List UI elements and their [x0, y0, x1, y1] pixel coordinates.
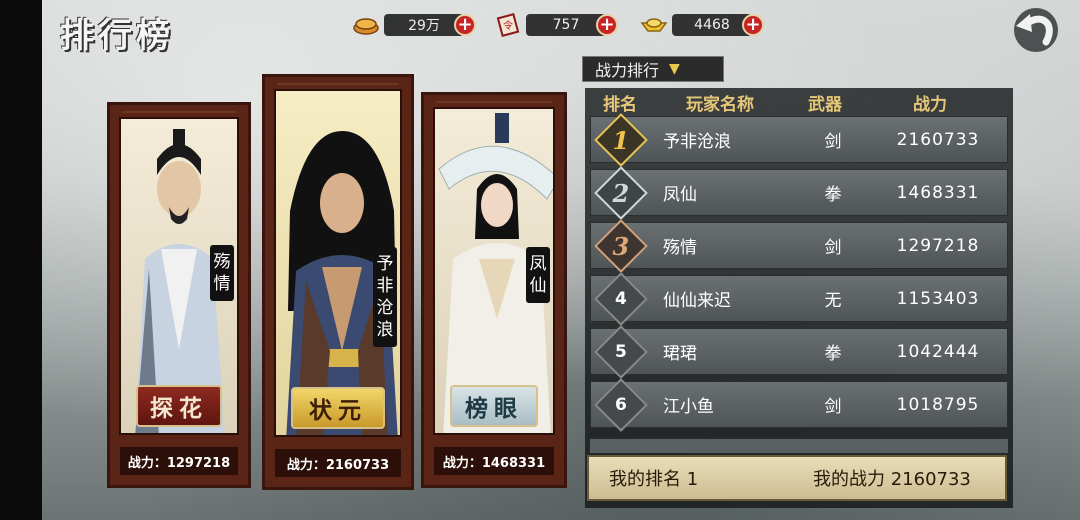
title-badge-tanhua: 探花 — [136, 385, 222, 427]
weapon: 拳 — [824, 344, 842, 364]
table-header: 排名 玩家名称 武器 战力 — [585, 88, 1013, 116]
col-weapon: 武器 — [808, 94, 842, 115]
left-black-bar — [0, 0, 42, 520]
add-gold-button[interactable]: + — [742, 14, 764, 36]
resource-coins: 29万 + — [352, 12, 476, 38]
col-player-name: 玩家名称 — [686, 94, 754, 115]
svg-text:令: 令 — [503, 19, 513, 32]
player-name: 仙仙来迟 — [663, 291, 731, 311]
table-row[interactable]: 5 珺珺 拳 1042444 — [590, 324, 1008, 379]
podium-card-first[interactable]: 予非沧浪 状元 战力：2160733 — [262, 74, 414, 490]
table-row-partial — [590, 438, 1008, 453]
rank-badge: 5 — [594, 324, 648, 379]
col-power: 战力 — [913, 94, 947, 115]
my-ranking-bar: 我的排名 1 我的战力 2160733 — [587, 455, 1007, 501]
player-name-vertical: 予非沧浪 — [373, 247, 397, 347]
weapon: 拳 — [824, 185, 842, 205]
podium-power: 战力：1297218 — [120, 447, 238, 475]
rank-3-icon: 3 — [594, 218, 648, 273]
player-name: 珺珺 — [663, 344, 697, 364]
ranking-type-dropdown[interactable]: 战力排行 ▼ — [582, 56, 724, 82]
player-name: 江小鱼 — [663, 397, 714, 417]
podium-power: 战力：2160733 — [275, 449, 401, 477]
weapon: 剑 — [824, 132, 842, 152]
my-power: 我的战力 2160733 — [813, 469, 971, 490]
gold-ingot-icon — [640, 14, 668, 36]
token-icon: 令 — [494, 13, 522, 37]
weapon: 剑 — [824, 397, 842, 417]
dropdown-label: 战力排行 — [595, 61, 660, 80]
title-badge-zhuangyuan: 状元 — [291, 387, 385, 429]
power-value: 1153403 — [896, 288, 980, 309]
gold-value: 4468 — [672, 14, 752, 36]
podium-power: 战力：1468331 — [434, 447, 554, 475]
resource-gold: 4468 + — [640, 12, 764, 38]
chevron-down-icon: ▼ — [669, 61, 680, 77]
add-coins-button[interactable]: + — [454, 14, 476, 36]
player-name-vertical: 凤仙 — [526, 247, 550, 303]
podium-card-second[interactable]: 凤仙 榜眼 战力：1468331 — [421, 92, 567, 488]
table-row[interactable]: 1 予非沧浪 剑 2160733 — [590, 112, 1008, 167]
col-rank: 排名 — [603, 94, 637, 115]
rank-1-icon: 1 — [594, 112, 648, 167]
page-title: 排行榜 — [60, 16, 174, 56]
back-button[interactable] — [1002, 2, 1064, 56]
rank-badge: 4 — [594, 271, 648, 326]
power-value: 2160733 — [896, 129, 980, 150]
weapon: 无 — [824, 291, 842, 311]
weapon: 剑 — [824, 238, 842, 258]
player-name: 凤仙 — [663, 185, 697, 205]
player-name: 予非沧浪 — [663, 132, 731, 152]
back-arrow-icon — [1014, 8, 1058, 52]
table-row[interactable]: 2 凤仙 拳 1468331 — [590, 165, 1008, 220]
add-tokens-button[interactable]: + — [596, 14, 618, 36]
player-name: 殇情 — [663, 238, 697, 258]
table-row[interactable]: 3 殇情 剑 1297218 — [590, 218, 1008, 273]
player-name-vertical: 殇情 — [210, 245, 234, 301]
coin-value: 29万 — [384, 14, 464, 36]
resource-tokens: 令 757 + — [494, 12, 618, 38]
power-value: 1018795 — [896, 394, 980, 415]
rank-2-icon: 2 — [594, 165, 648, 220]
token-value: 757 — [526, 14, 606, 36]
power-value: 1042444 — [896, 341, 980, 362]
podium-card-third[interactable]: 殇情 探花 战力：1297218 — [107, 102, 251, 488]
rank-badge: 6 — [594, 377, 648, 432]
table-row[interactable]: 4 仙仙来迟 无 1153403 — [590, 271, 1008, 326]
coin-icon — [352, 14, 380, 36]
my-rank: 我的排名 1 — [609, 469, 699, 490]
power-value: 1468331 — [896, 182, 980, 203]
power-value: 1297218 — [896, 235, 980, 256]
table-row[interactable]: 6 江小鱼 剑 1018795 — [590, 377, 1008, 432]
title-badge-bangyan: 榜眼 — [450, 385, 538, 427]
